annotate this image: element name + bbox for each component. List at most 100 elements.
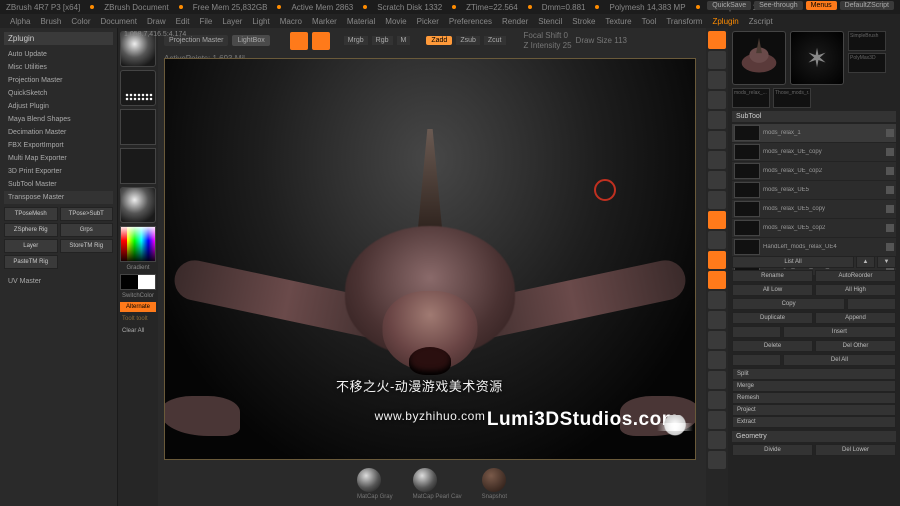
menus-button[interactable]: Menus [806,1,837,10]
menu-material[interactable]: Material [343,16,379,27]
tool-icon-3[interactable] [708,411,726,429]
menu-preferences[interactable]: Preferences [445,16,496,27]
menu-zplugin[interactable]: Zplugin [708,16,742,27]
geometry-header[interactable]: Geometry [732,431,896,442]
delete-button[interactable]: Delete [732,340,813,352]
del-other-button[interactable]: Del Other [815,340,896,352]
del-all-button[interactable]: Del All [783,354,896,366]
rotate-icon[interactable] [708,331,726,349]
remesh-section[interactable]: Remesh [732,392,896,404]
autoreorder-button[interactable]: AutoReorder [815,270,896,282]
menu-macro[interactable]: Macro [276,16,306,27]
menu-document[interactable]: Document [97,16,141,27]
persp-icon[interactable] [708,71,726,89]
duplicate-button[interactable]: Duplicate [732,312,813,324]
menu-marker[interactable]: Marker [308,16,341,27]
eye-icon[interactable] [886,243,894,251]
extract-section[interactable]: Extract [732,416,896,428]
menu-stroke[interactable]: Stroke [568,16,599,27]
append-button[interactable]: Append [815,312,896,324]
list-all-button[interactable]: List All [732,256,854,268]
menu-brush[interactable]: Brush [36,16,65,27]
all-high-button[interactable]: All High [815,284,896,296]
menu-light[interactable]: Light [248,16,273,27]
eye-icon[interactable] [886,224,894,232]
draw-icon[interactable] [708,271,726,289]
draw-size-label[interactable]: Draw Size 113 [576,36,627,45]
tool-preview-star[interactable]: ✶ [790,31,844,85]
tm-pastetm-rig[interactable]: PasteTM Rig [4,255,58,269]
stroke-preview[interactable] [120,70,156,106]
plugin-subtool-master[interactable]: SubTool Master [4,178,113,191]
plugin-multi-map-exporter[interactable]: Multi Map Exporter [4,152,113,165]
menu-draw[interactable]: Draw [143,16,170,27]
local-icon[interactable] [708,111,726,129]
edit-icon[interactable] [708,251,726,269]
subtool-row[interactable]: mods_relax_UE5 [732,181,896,199]
subtool-row[interactable]: mods_relax_1 [732,124,896,142]
tm-tpose-subt[interactable]: TPose>SubT [60,207,114,221]
menu-zscript[interactable]: Zscript [745,16,777,27]
split-section[interactable]: Split [732,368,896,380]
subtool-row[interactable]: HandLeft_mods_relax_UE4 [732,238,896,256]
tool-preview-creature[interactable] [732,31,786,85]
matcap-gray-sphere[interactable] [357,468,381,492]
zadd-button[interactable]: Zadd [426,36,452,45]
plugin-auto-update[interactable]: Auto Update [4,48,113,61]
viewport-canvas[interactable]: 不移之火-动漫游戏美术资源 www.byzhihuo.com Lumi3DStu… [164,58,696,460]
switchcolor-label[interactable]: SwitchColor [120,293,156,299]
subtool-row[interactable]: mods_relax_UE_cop2 [732,162,896,180]
seethrough-button[interactable]: See-through [754,1,803,10]
plugin-decimation-master[interactable]: Decimation Master [4,126,113,139]
lightbox-button[interactable]: LightBox [232,35,269,46]
alternate-button[interactable]: Alternate [120,302,156,312]
menu-transform[interactable]: Transform [662,16,706,27]
recent-tool-thumb[interactable]: Those_mods_r... [773,88,811,108]
uv-master-item[interactable]: UV Master [4,275,113,288]
xform-icon[interactable] [708,231,726,249]
plugin-quicksketch[interactable]: QuickSketch [4,87,113,100]
menu-stencil[interactable]: Stencil [534,16,566,27]
menu-layer[interactable]: Layer [218,16,246,27]
eye-icon[interactable] [886,205,894,213]
menu-texture[interactable]: Texture [601,16,635,27]
tm-layer[interactable]: Layer [4,239,58,253]
zplugin-header[interactable]: Zplugin [4,32,113,45]
tm-zsphere-rig[interactable]: ZSphere Rig [4,223,58,237]
all-low-button[interactable]: All Low [732,284,813,296]
project-section[interactable]: Project [732,404,896,416]
tool-icon-0[interactable] [708,351,726,369]
clear-all-button[interactable]: Clear All [120,326,156,336]
del-lower-button[interactable]: Del Lower [815,444,896,456]
menu-alpha[interactable]: Alpha [6,16,34,27]
tm-storetm-rig[interactable]: StoreTM Rig [60,239,114,253]
eye-icon[interactable] [886,186,894,194]
tool-icon-4[interactable] [708,431,726,449]
floor-icon[interactable] [708,91,726,109]
divide-button[interactable]: Divide [732,444,813,456]
draw-mode-icon[interactable] [312,32,330,50]
xpose-icon[interactable] [708,151,726,169]
menu-render[interactable]: Render [498,16,532,27]
plugin-misc-utilities[interactable]: Misc Utilities [4,61,113,74]
move-icon[interactable] [708,291,726,309]
plugin-fbx-exportimport[interactable]: FBX ExportImport [4,139,113,152]
rgb-button[interactable]: Rgb [372,36,393,45]
paste-icon[interactable] [847,298,896,310]
tool-icon-5[interactable] [708,451,726,469]
texture-preview[interactable] [120,148,156,184]
focal-shift-label[interactable]: Focal Shift 0 [524,31,572,40]
edit-mode-icon[interactable] [290,32,308,50]
subtool-row[interactable]: mods_relax_UE5_cop2 [732,219,896,237]
defaultscript-button[interactable]: DefaultZScript [840,1,894,10]
menu-file[interactable]: File [195,16,216,27]
tm-grps[interactable]: Grps [60,223,114,237]
z-intensity-label[interactable]: Z Intensity 25 [524,41,572,50]
alpha-preview[interactable] [120,109,156,145]
merge-section[interactable]: Merge [732,380,896,392]
scale-icon[interactable] [708,311,726,329]
snapshot-sphere[interactable] [482,468,506,492]
plugin-maya-blend-shapes[interactable]: Maya Blend Shapes [4,113,113,126]
eye-icon[interactable] [886,167,894,175]
plugin-projection-master[interactable]: Projection Master [4,74,113,87]
